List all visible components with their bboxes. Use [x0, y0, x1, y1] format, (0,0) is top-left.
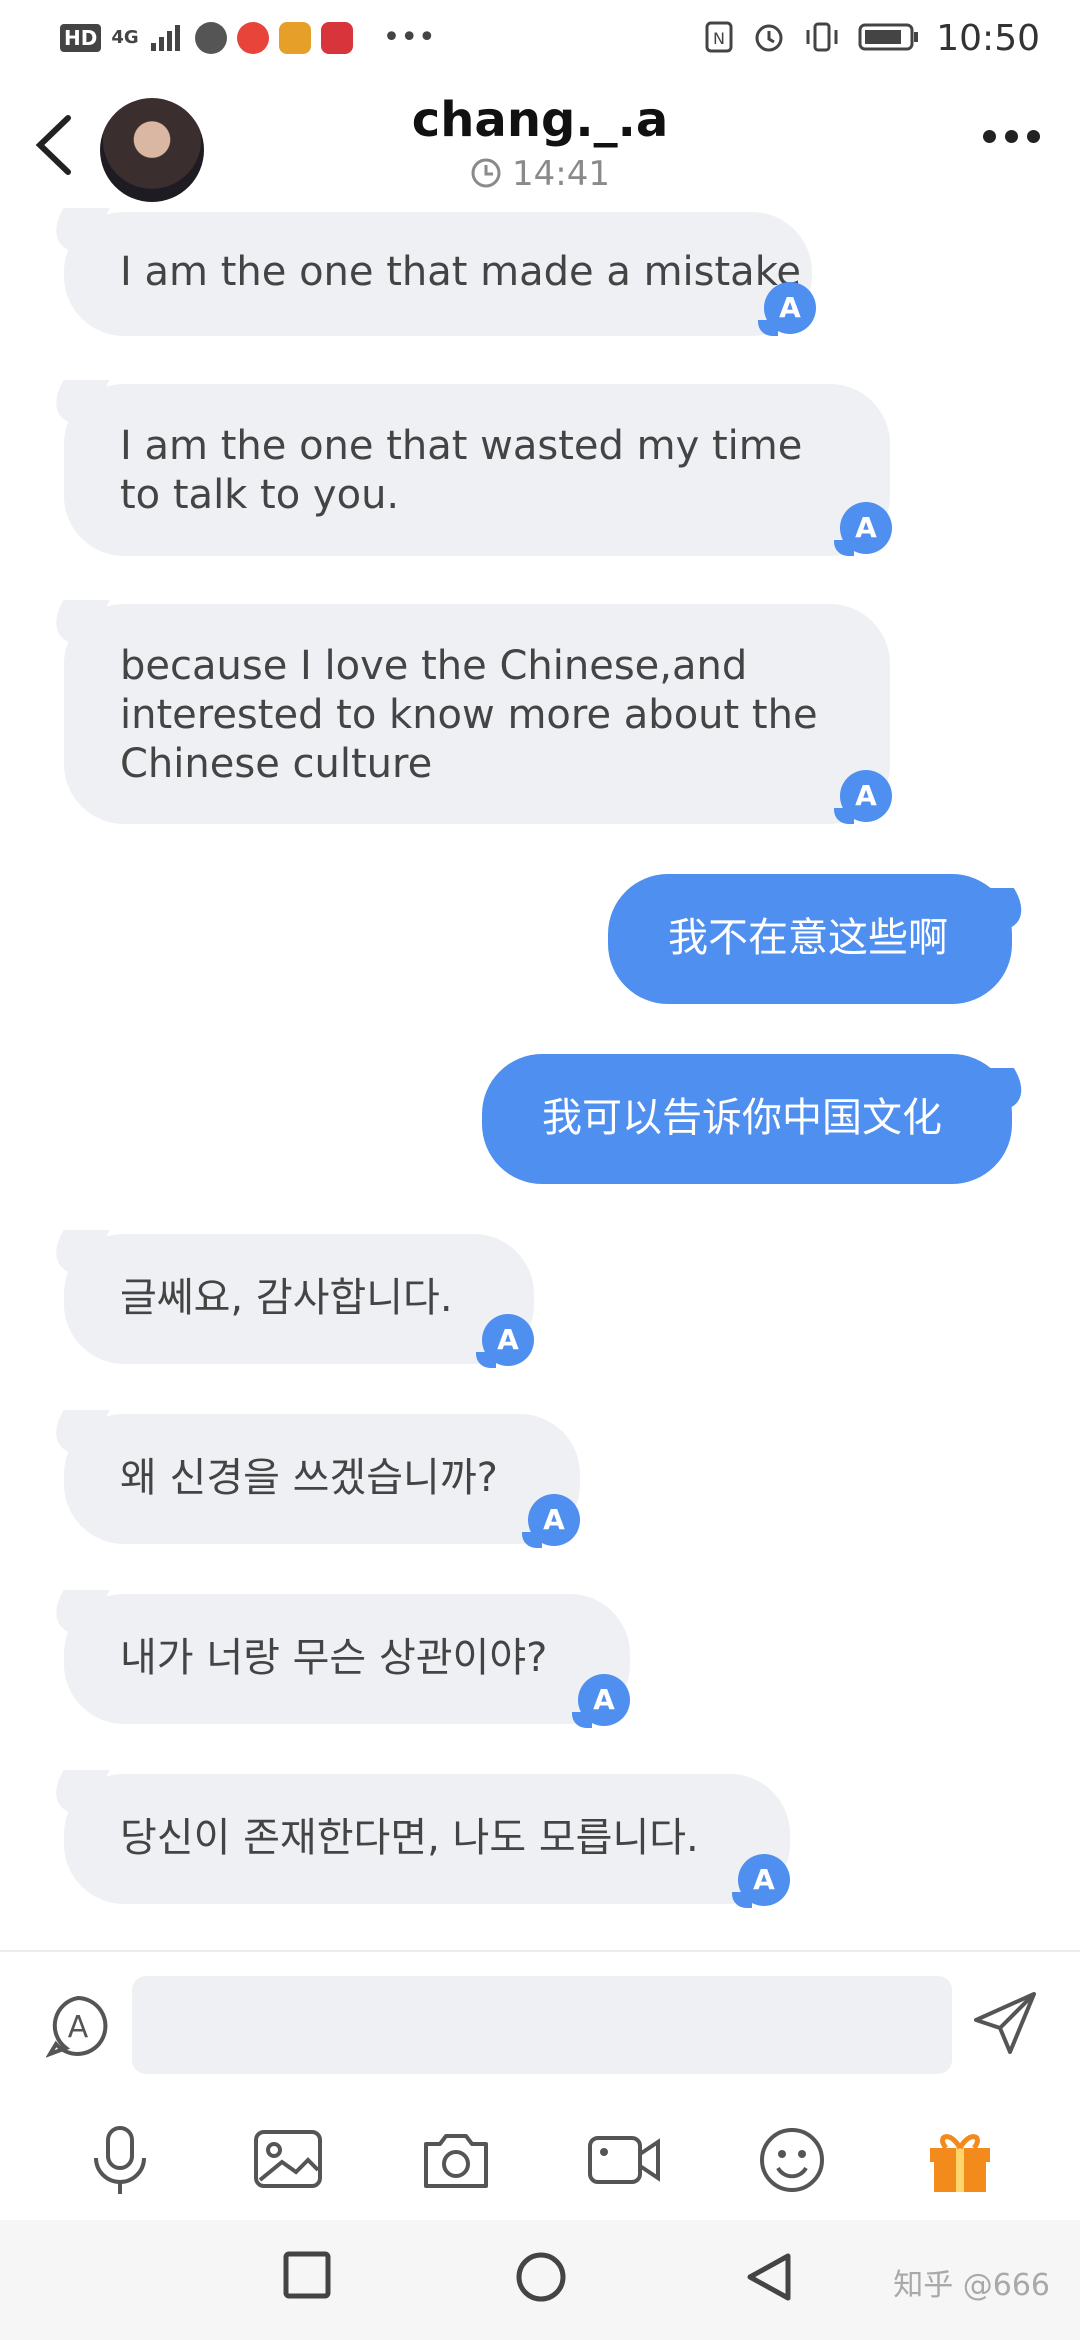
message-text: 당신이 존재한다면, 나도 모릅니다.: [120, 1815, 699, 1861]
message-text: because I love the Chinese,and intereste…: [120, 643, 818, 787]
message-text: 왜 신경을 쓰겠습니까?: [120, 1455, 498, 1501]
attachment-toolbar: [0, 2100, 1080, 2220]
nfc-icon: N: [705, 21, 733, 53]
chat-header: chang._.a 14:41: [0, 80, 1080, 210]
translate-badge-icon[interactable]: A: [476, 1314, 534, 1368]
microphone-icon[interactable]: [80, 2120, 160, 2200]
message-text: 我不在意这些啊: [668, 915, 948, 961]
battery-icon: [858, 23, 918, 51]
message-text: I am the one that made a mistake: [120, 249, 802, 295]
camera-icon[interactable]: [416, 2120, 496, 2200]
clock-icon: [471, 158, 501, 188]
translate-badge-icon[interactable]: A: [732, 1854, 790, 1908]
composer: A: [0, 1952, 1080, 2092]
network-type: 4G: [111, 27, 139, 48]
message-text: 내가 너랑 무슨 상관이야?: [120, 1635, 548, 1681]
gift-icon[interactable]: [920, 2120, 1000, 2200]
message-incoming[interactable]: I am the one that wasted my time to talk…: [64, 384, 892, 556]
translate-badge-icon[interactable]: A: [834, 770, 892, 824]
message-incoming[interactable]: 왜 신경을 쓰겠습니까? A: [64, 1414, 580, 1548]
translate-badge-icon[interactable]: A: [522, 1494, 580, 1548]
message-input[interactable]: [132, 1976, 952, 2074]
home-icon[interactable]: [514, 2250, 568, 2304]
watermark: 知乎 @666: [893, 2268, 1050, 2303]
more-notifications-icon: •••: [382, 20, 436, 55]
translate-badge-icon[interactable]: A: [572, 1674, 630, 1728]
notification-icons: HD 4G •••: [60, 20, 436, 55]
contact-name[interactable]: chang._.a: [0, 92, 1080, 148]
svg-text:N: N: [713, 29, 725, 48]
message-outgoing[interactable]: 我不在意这些啊: [608, 874, 1012, 1004]
hd-icon: HD: [60, 23, 102, 52]
message-incoming[interactable]: 글쎄요, 감사합니다. A: [64, 1234, 534, 1368]
message-outgoing[interactable]: 我可以告诉你中国文化: [482, 1054, 1012, 1184]
message-text: I am the one that wasted my time to talk…: [120, 423, 803, 518]
heart-app-icon: [320, 21, 353, 54]
signal-icon: [150, 24, 180, 51]
alarm-icon: [755, 24, 783, 52]
emoji-icon[interactable]: [752, 2120, 832, 2200]
send-icon[interactable]: [970, 1990, 1040, 2056]
vibrate-icon: [806, 22, 838, 52]
image-icon[interactable]: [248, 2120, 328, 2200]
message-incoming[interactable]: 당신이 존재한다면, 나도 모릅니다. A: [64, 1774, 790, 1908]
clock: 10:50: [936, 18, 1040, 59]
video-icon[interactable]: [584, 2120, 664, 2200]
translate-badge-icon[interactable]: A: [758, 282, 816, 336]
message-text: 我可以告诉你中国文化: [542, 1095, 942, 1141]
message-incoming[interactable]: because I love the Chinese,and intereste…: [64, 604, 892, 824]
back-icon[interactable]: [744, 2250, 794, 2304]
local-time: 14:41: [0, 154, 1080, 194]
local-time-text: 14:41: [512, 154, 610, 194]
status-bar: HD 4G ••• N 10:50: [0, 0, 1080, 80]
recents-icon[interactable]: [282, 2250, 332, 2300]
message-app-icon: [194, 21, 227, 54]
message-incoming[interactable]: I am the one that made a mistake A: [64, 212, 816, 336]
more-options-icon[interactable]: [983, 130, 1040, 143]
search-app-icon: [236, 21, 269, 54]
system-icons: N: [704, 20, 920, 54]
system-nav-bar: 知乎 @666: [0, 2220, 1080, 2340]
svg-text:A: A: [68, 2010, 89, 2045]
message-text: 글쎄요, 감사합니다.: [120, 1275, 453, 1321]
weibo-app-icon: [278, 21, 311, 54]
message-incoming[interactable]: 내가 너랑 무슨 상관이야? A: [64, 1594, 630, 1728]
translate-icon[interactable]: A: [46, 1994, 110, 2058]
translate-badge-icon[interactable]: A: [834, 502, 892, 556]
